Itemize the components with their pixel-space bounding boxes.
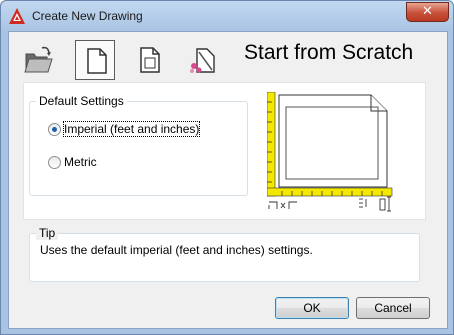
default-settings-legend: Default Settings <box>36 94 127 108</box>
ok-button[interactable]: OK <box>275 297 349 319</box>
radio-selected-dot <box>52 127 57 132</box>
title-bar[interactable]: Create New Drawing ✕ <box>1 1 453 31</box>
start-from-scratch-button[interactable] <box>75 40 115 80</box>
folder-open-icon <box>24 46 53 73</box>
close-button[interactable]: ✕ <box>406 2 449 22</box>
page-title: Start from Scratch <box>244 41 414 64</box>
wizard-icon <box>190 48 215 73</box>
use-wizard-button[interactable] <box>183 40 223 80</box>
autocad-app-icon <box>9 8 25 24</box>
tip-text: Uses the default imperial (feet and inch… <box>40 243 313 257</box>
imperial-radio-label[interactable]: Imperial (feet and inches) <box>62 121 201 137</box>
use-template-button[interactable] <box>129 40 169 80</box>
open-drawing-button[interactable] <box>19 40 59 80</box>
tip-box <box>29 233 420 282</box>
blank-page-icon <box>87 48 107 74</box>
page-preview <box>278 94 388 188</box>
close-icon: ✕ <box>422 4 433 19</box>
window-title: Create New Drawing <box>32 9 143 23</box>
metric-radio[interactable] <box>48 156 61 169</box>
imperial-radio[interactable] <box>48 123 61 136</box>
drawing-preview-image <box>267 92 393 212</box>
cancel-button[interactable]: Cancel <box>356 297 430 319</box>
metric-radio-label[interactable]: Metric <box>64 155 97 169</box>
dimension-symbols-icon <box>268 196 391 212</box>
create-new-drawing-dialog: Create New Drawing ✕ Start from Scratch … <box>0 0 454 335</box>
template-page-icon <box>140 47 160 73</box>
tip-legend: Tip <box>36 226 59 240</box>
default-settings-group <box>29 101 248 196</box>
dialog-body: Start from Scratch Default Settings Impe… <box>8 31 448 329</box>
